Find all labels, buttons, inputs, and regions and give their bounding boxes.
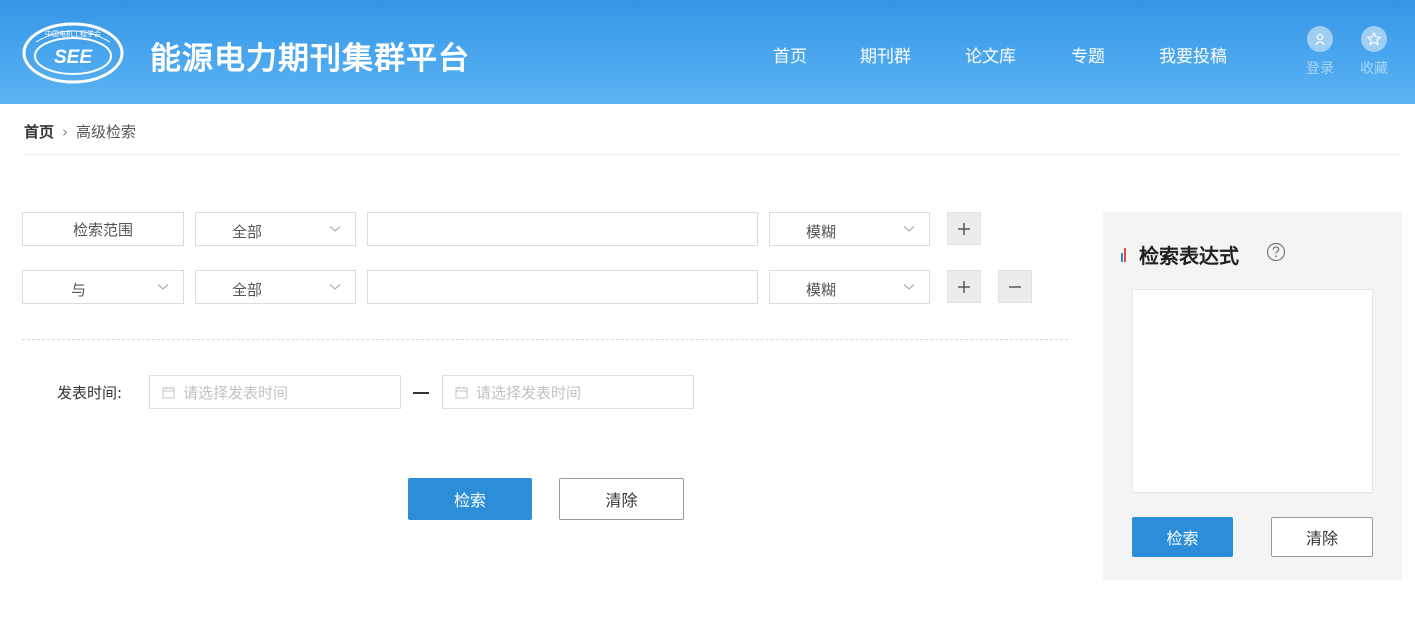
calendar-icon bbox=[455, 386, 468, 398]
match-select-1-value: 模糊 bbox=[806, 223, 837, 241]
help-icon[interactable] bbox=[1266, 242, 1286, 262]
clear-button[interactable]: 清除 bbox=[559, 478, 684, 520]
chevron-down-icon bbox=[903, 226, 915, 232]
nav-topics[interactable]: 专题 bbox=[1071, 42, 1105, 67]
login-button[interactable]: 登录 bbox=[1300, 26, 1340, 78]
top-header: 中国电机工程学会 SEE 能源电力期刊集群平台 首页 期刊群 论文库 专题 我要… bbox=[0, 0, 1415, 104]
section-divider bbox=[22, 339, 1068, 340]
chevron-down-icon bbox=[329, 226, 341, 232]
chevron-down-icon bbox=[903, 284, 915, 290]
match-select-2[interactable]: 模糊 bbox=[769, 270, 930, 304]
logic-select-2[interactable]: 与 bbox=[22, 270, 184, 304]
logo-text: SEE bbox=[54, 47, 93, 68]
date-start-placeholder: 请选择发表时间 bbox=[183, 383, 289, 402]
expression-title: 检索表达式 bbox=[1139, 244, 1239, 268]
publish-date-label: 发表时间: bbox=[57, 384, 123, 402]
chevron-down-icon bbox=[157, 284, 169, 290]
expression-panel: 检索表达式 检索 清除 bbox=[1103, 212, 1402, 580]
star-icon bbox=[1361, 26, 1387, 52]
user-icon bbox=[1307, 26, 1333, 52]
nav-paper-library[interactable]: 论文库 bbox=[965, 42, 1016, 67]
chevron-down-icon bbox=[329, 284, 341, 290]
expression-textarea[interactable] bbox=[1132, 289, 1373, 493]
logic-select-2-value: 与 bbox=[71, 281, 87, 299]
favorites-button[interactable]: 收藏 bbox=[1354, 26, 1394, 78]
see-logo[interactable]: 中国电机工程学会 SEE bbox=[22, 22, 124, 84]
chevron-right-icon: › bbox=[62, 123, 69, 141]
keyword-input-2[interactable] bbox=[367, 270, 758, 304]
match-select-1[interactable]: 模糊 bbox=[769, 212, 930, 246]
nav-submit[interactable]: 我要投稿 bbox=[1159, 42, 1227, 67]
date-start-input[interactable]: 请选择发表时间 bbox=[149, 375, 401, 409]
breadcrumb-current: 高级检索 bbox=[76, 123, 137, 141]
field-select-1-value: 全部 bbox=[232, 223, 263, 241]
remove-row-button-2[interactable] bbox=[998, 270, 1032, 303]
breadcrumb-home[interactable]: 首页 bbox=[24, 123, 54, 141]
breadcrumb-divider bbox=[22, 154, 1400, 155]
minus-icon bbox=[1009, 285, 1021, 288]
date-end-input[interactable]: 请选择发表时间 bbox=[442, 375, 694, 409]
nav-journals[interactable]: 期刊群 bbox=[860, 42, 911, 67]
field-select-1[interactable]: 全部 bbox=[195, 212, 356, 246]
logo-top-text: 中国电机工程学会 bbox=[45, 29, 101, 38]
nav-home[interactable]: 首页 bbox=[773, 42, 807, 67]
search-scope-label: 检索范围 bbox=[22, 212, 184, 246]
field-select-2[interactable]: 全部 bbox=[195, 270, 356, 304]
site-title[interactable]: 能源电力期刊集群平台 bbox=[150, 33, 470, 78]
field-select-2-value: 全部 bbox=[232, 281, 263, 299]
date-end-placeholder: 请选择发表时间 bbox=[476, 383, 582, 402]
expression-search-button[interactable]: 检索 bbox=[1132, 517, 1233, 557]
date-range-separator bbox=[413, 392, 429, 394]
add-row-button-2[interactable] bbox=[947, 270, 981, 303]
match-select-2-value: 模糊 bbox=[806, 281, 837, 299]
add-row-button-1[interactable] bbox=[947, 212, 981, 245]
keyword-input-1[interactable] bbox=[367, 212, 758, 246]
favorites-label: 收藏 bbox=[1360, 61, 1388, 77]
plus-icon bbox=[958, 222, 970, 235]
title-accent-icon bbox=[1121, 248, 1126, 262]
expression-clear-button[interactable]: 清除 bbox=[1271, 517, 1373, 557]
search-button[interactable]: 检索 bbox=[408, 478, 532, 520]
login-label: 登录 bbox=[1306, 61, 1334, 77]
plus-icon bbox=[958, 280, 970, 293]
breadcrumb: 首页 › 高级检索 bbox=[24, 121, 136, 142]
calendar-icon bbox=[162, 386, 175, 398]
